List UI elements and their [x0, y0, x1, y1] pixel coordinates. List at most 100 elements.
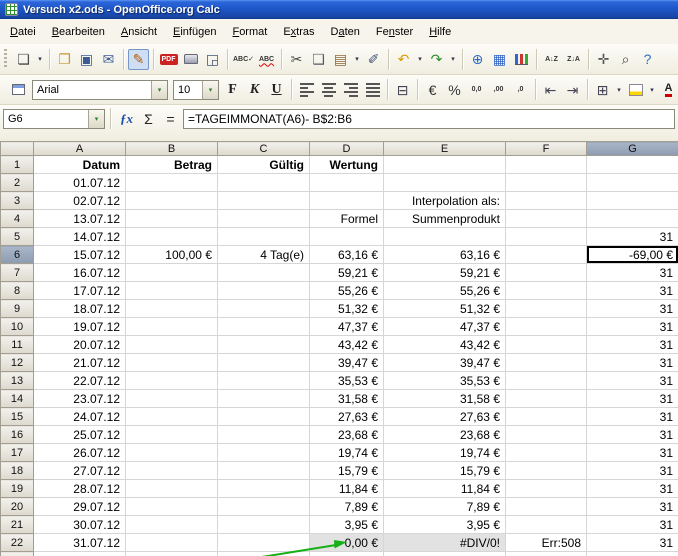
cell-g18[interactable]: 31	[587, 462, 678, 480]
row-header-14[interactable]: 14	[1, 390, 34, 408]
cell-c12[interactable]	[218, 354, 310, 372]
cell-c20[interactable]	[218, 498, 310, 516]
sort-descending-button[interactable]: Z↓A	[563, 49, 584, 70]
align-right-button[interactable]	[340, 79, 361, 100]
cell-g2[interactable]	[587, 174, 678, 192]
sort-ascending-button[interactable]: A↓Z	[541, 49, 562, 70]
cell-e8[interactable]: 55,26 €	[384, 282, 506, 300]
cell-b3[interactable]	[126, 192, 218, 210]
cell-d19[interactable]: 11,84 €	[310, 480, 384, 498]
cell-c22[interactable]	[218, 534, 310, 552]
cell-g7[interactable]: 31	[587, 264, 678, 282]
cell-b7[interactable]	[126, 264, 218, 282]
cell-f11[interactable]	[506, 336, 587, 354]
cell-g12[interactable]: 31	[587, 354, 678, 372]
cell-a12[interactable]: 21.07.12	[34, 354, 126, 372]
cell-g8[interactable]: 31	[587, 282, 678, 300]
cell-d9[interactable]: 51,32 €	[310, 300, 384, 318]
cell-f2[interactable]	[506, 174, 587, 192]
cell-c9[interactable]	[218, 300, 310, 318]
insert-chart-button[interactable]	[511, 49, 532, 70]
cell-f15[interactable]	[506, 408, 587, 426]
row-header-6[interactable]: 6	[1, 246, 34, 264]
menu-extras[interactable]: Extras	[275, 22, 322, 42]
cell-f5[interactable]	[506, 228, 587, 246]
menu-hilfe[interactable]: Hilfe	[421, 22, 459, 42]
cell-a5[interactable]: 14.07.12	[34, 228, 126, 246]
cell-a11[interactable]: 20.07.12	[34, 336, 126, 354]
cell-e17[interactable]: 19,74 €	[384, 444, 506, 462]
cell-g14[interactable]: 31	[587, 390, 678, 408]
row-header-9[interactable]: 9	[1, 300, 34, 318]
zoom-button[interactable]: ⌕	[615, 49, 636, 70]
italic-button[interactable]: K	[244, 79, 265, 100]
cell-g9[interactable]: 31	[587, 300, 678, 318]
menu-daten[interactable]: Daten	[323, 22, 368, 42]
cell-e6[interactable]: 63,16 €	[384, 246, 506, 264]
cell-f8[interactable]	[506, 282, 587, 300]
decrease-indent-button[interactable]: ⇤	[540, 79, 561, 100]
column-header-f[interactable]: F	[506, 142, 587, 156]
cell-d15[interactable]: 27,63 €	[310, 408, 384, 426]
cell-d18[interactable]: 15,79 €	[310, 462, 384, 480]
cell-f1[interactable]	[506, 156, 587, 174]
cell-g20[interactable]: 31	[587, 498, 678, 516]
cell-a8[interactable]: 17.07.12	[34, 282, 126, 300]
cell-c3[interactable]	[218, 192, 310, 210]
cell-b15[interactable]	[126, 408, 218, 426]
cell-c15[interactable]	[218, 408, 310, 426]
cell-f20[interactable]	[506, 498, 587, 516]
edit-file-button[interactable]: ✎	[128, 49, 149, 70]
row-header-19[interactable]: 19	[1, 480, 34, 498]
cell-c23[interactable]	[218, 552, 310, 556]
cell-c21[interactable]	[218, 516, 310, 534]
cut-button[interactable]: ✂	[286, 49, 307, 70]
cell-b19[interactable]	[126, 480, 218, 498]
number-format-standard-button[interactable]: 0,0	[466, 79, 487, 100]
underline-button[interactable]: U	[266, 79, 287, 100]
cell-c16[interactable]	[218, 426, 310, 444]
cell-d5[interactable]	[310, 228, 384, 246]
cell-e4[interactable]: Summenprodukt	[384, 210, 506, 228]
cell-b4[interactable]	[126, 210, 218, 228]
cell-a4[interactable]: 13.07.12	[34, 210, 126, 228]
cell-c19[interactable]	[218, 480, 310, 498]
menu-datei[interactable]: Datei	[2, 22, 44, 42]
cell-c2[interactable]	[218, 174, 310, 192]
menu-fenster[interactable]: Fenster	[368, 22, 421, 42]
cell-e21[interactable]: 3,95 €	[384, 516, 506, 534]
cell-c5[interactable]	[218, 228, 310, 246]
cell-b17[interactable]	[126, 444, 218, 462]
cell-b20[interactable]	[126, 498, 218, 516]
cell-b11[interactable]	[126, 336, 218, 354]
cell-g11[interactable]: 31	[587, 336, 678, 354]
menu-format[interactable]: Format	[224, 22, 275, 42]
row-header-11[interactable]: 11	[1, 336, 34, 354]
cell-e14[interactable]: 31,58 €	[384, 390, 506, 408]
cell-b1[interactable]: Betrag	[126, 156, 218, 174]
cell-g17[interactable]: 31	[587, 444, 678, 462]
export-pdf-button[interactable]: PDF	[158, 49, 179, 70]
cell-e12[interactable]: 39,47 €	[384, 354, 506, 372]
cell-g23[interactable]	[587, 552, 678, 556]
cell-f22[interactable]: Err:508	[506, 534, 587, 552]
format-paintbrush-button[interactable]: ✐	[363, 49, 384, 70]
borders-button[interactable]: ⊞	[592, 79, 613, 100]
email-document-button[interactable]: ✉	[98, 49, 119, 70]
row-header-10[interactable]: 10	[1, 318, 34, 336]
cell-e22[interactable]: #DIV/0!	[384, 534, 506, 552]
font-size-dropdown[interactable]: ▾	[202, 81, 218, 99]
cell-b13[interactable]	[126, 372, 218, 390]
row-header-22[interactable]: 22	[1, 534, 34, 552]
menu-bearbeiten[interactable]: Bearbeiten	[44, 22, 113, 42]
styles-and-formatting-button[interactable]	[8, 79, 29, 100]
row-header-23[interactable]: 23	[1, 552, 34, 556]
navigator-button[interactable]: ✛	[593, 49, 614, 70]
cell-d20[interactable]: 7,89 €	[310, 498, 384, 516]
cell-e16[interactable]: 23,68 €	[384, 426, 506, 444]
row-header-16[interactable]: 16	[1, 426, 34, 444]
align-left-button[interactable]	[296, 79, 317, 100]
cell-f17[interactable]	[506, 444, 587, 462]
cell-a15[interactable]: 24.07.12	[34, 408, 126, 426]
cell-c10[interactable]	[218, 318, 310, 336]
